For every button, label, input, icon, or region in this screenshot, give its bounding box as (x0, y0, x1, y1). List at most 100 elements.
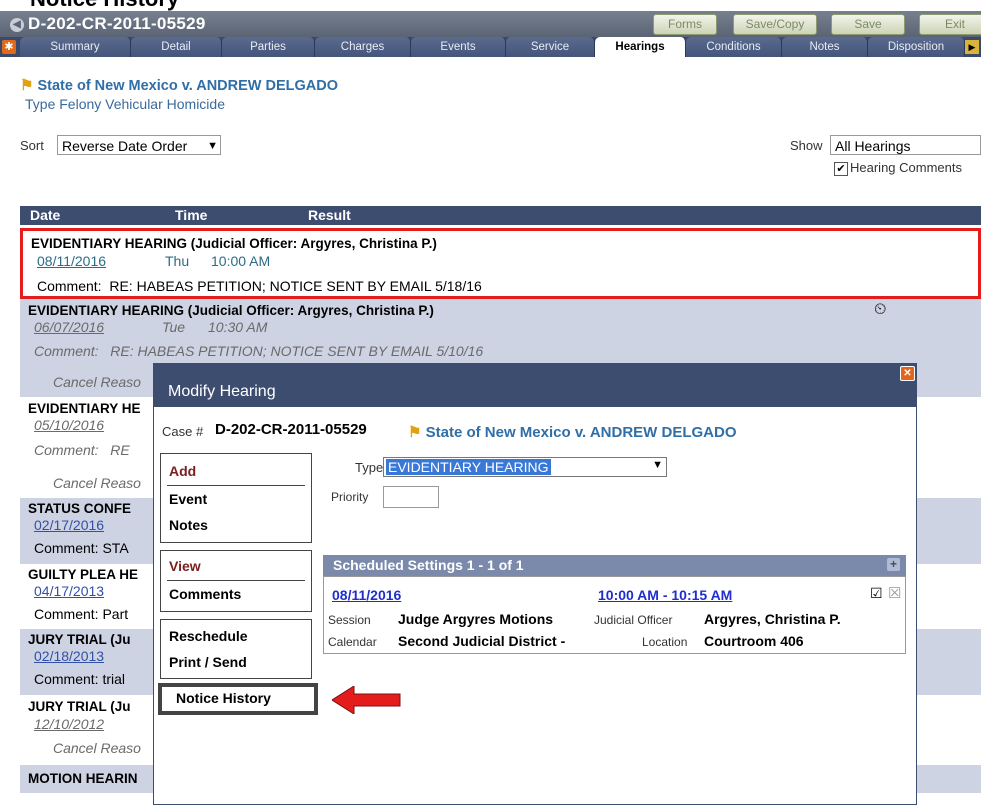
tab-notes[interactable]: Notes (782, 37, 868, 57)
hearing-comments-checkbox[interactable]: ✔ (834, 162, 848, 176)
divider (167, 580, 305, 581)
show-label: Show (790, 138, 823, 153)
hearing-date[interactable]: 06/07/2016 (34, 319, 104, 335)
tab-detail[interactable]: Detail (131, 37, 222, 57)
clock-icon[interactable]: ⏲ (874, 301, 886, 319)
action-group-schedule: Reschedule Print / Send (160, 619, 312, 679)
notice-check-icon[interactable]: ☑ (870, 585, 883, 602)
hearing-day: Tue (162, 319, 186, 335)
add-notes-button[interactable]: Notes (169, 517, 208, 533)
action-group-add: Add Event Notes (160, 453, 312, 543)
tab-events[interactable]: Events (411, 37, 506, 57)
hearing-name: JURY TRIAL (Ju (28, 632, 131, 647)
tab-scroll-right-icon[interactable]: ▶ (965, 40, 979, 54)
tab-disposition[interactable]: Disposition (868, 37, 965, 57)
priority-label: Priority (331, 490, 369, 504)
hearing-date[interactable]: 08/11/2016 (37, 253, 106, 269)
hearing-date[interactable]: 02/18/2013 (34, 648, 104, 664)
hearing-date[interactable]: 04/17/2013 (34, 583, 104, 599)
hearing-comment: Comment: Part (34, 606, 129, 622)
judicial-officer-value: Argyres, Christina P. (704, 611, 841, 627)
red-arrow-annotation (332, 686, 401, 714)
save-button[interactable]: Save (831, 14, 905, 35)
hearing-name: EVIDENTIARY HE (28, 401, 141, 416)
flag-icon: ⚑ (408, 424, 422, 441)
show-select[interactable]: All Hearings (830, 135, 981, 155)
delete-icon[interactable]: ☒ (888, 584, 901, 602)
comment-label: Comment: (34, 343, 99, 359)
hearing-date[interactable]: 12/10/2012 (34, 716, 104, 732)
sort-select[interactable]: Reverse Date Order ▼ (57, 135, 221, 155)
settings-header-text: Scheduled Settings 1 - 1 of 1 (333, 557, 524, 573)
case-number: D-202-CR-2011-05529 (28, 14, 206, 33)
col-result[interactable]: Result (308, 207, 351, 223)
notice-history-button[interactable]: Notice History (176, 690, 271, 706)
sort-value: Reverse Date Order (62, 138, 188, 154)
hearing-name: EVIDENTIARY HEARING (Judicial Officer: A… (31, 236, 437, 251)
comments-button[interactable]: Comments (169, 586, 241, 602)
col-date[interactable]: Date (30, 207, 60, 223)
type-select-value: EVIDENTIARY HEARING (386, 459, 551, 475)
scheduled-setting-row[interactable]: 08/11/2016 10:00 AM - 10:15 AM ☑ ☒ Sessi… (323, 576, 906, 654)
case-number-label: Case # (162, 424, 204, 439)
hearing-name: EVIDENTIARY HEARING (Judicial Officer: A… (28, 303, 434, 318)
session-value: Judge Argyres Motions (398, 611, 554, 627)
dropdown-arrow-icon: ▼ (652, 459, 663, 471)
hearing-name: STATUS CONFE (28, 501, 131, 516)
hearing-day: Thu (165, 253, 190, 269)
tab-charges[interactable]: Charges (315, 37, 411, 57)
hearing-date[interactable]: 02/17/2016 (34, 517, 104, 533)
save-copy-button[interactable]: Save/Copy (733, 14, 817, 35)
tab-conditions[interactable]: Conditions (686, 37, 782, 57)
col-time[interactable]: Time (175, 207, 207, 223)
add-event-button[interactable]: Event (169, 491, 207, 507)
back-circle-icon[interactable]: ◀ (10, 18, 24, 32)
cancel-reason: Cancel Reaso (53, 475, 141, 491)
star-icon[interactable]: ✱ (2, 40, 16, 54)
type-select[interactable]: EVIDENTIARY HEARING ▼ (383, 457, 667, 477)
hearing-name: GUILTY PLEA HE (28, 567, 139, 582)
calendar-label: Calendar (328, 635, 377, 649)
hearing-time: 10:30 AM (208, 319, 268, 335)
hearing-comment: Comment: RE: HABEAS PETITION; NOTICE SEN… (37, 278, 482, 294)
add-setting-icon[interactable]: + (887, 558, 900, 571)
scheduled-settings-header: Scheduled Settings 1 - 1 of 1 + (323, 555, 906, 576)
notice-history-highlight: Notice History (158, 683, 318, 715)
hearing-comment: Comment: trial (34, 671, 126, 687)
close-icon[interactable]: ✕ (900, 366, 915, 381)
hearing-comment: Comment: RE (34, 442, 130, 458)
comment-text: RE (110, 442, 130, 458)
tab-parties[interactable]: Parties (222, 37, 315, 57)
type-label: Type (355, 460, 384, 475)
reschedule-button[interactable]: Reschedule (169, 628, 248, 644)
divider (167, 485, 305, 486)
hearing-date[interactable]: 05/10/2016 (34, 417, 104, 433)
hearing-name: JURY TRIAL (Ju (28, 699, 131, 714)
exit-button[interactable]: Exit (919, 14, 981, 35)
cancel-reason: Cancel Reaso (53, 374, 141, 390)
priority-input[interactable] (383, 486, 439, 508)
list-header: Date Time Result (20, 206, 981, 225)
setting-time-link[interactable]: 10:00 AM - 10:15 AM (598, 587, 732, 603)
case-type: Type Felony Vehicular Homicide (25, 96, 225, 112)
dropdown-arrow-icon: ▼ (207, 140, 218, 152)
dialog-case-number: D-202-CR-2011-05529 (215, 421, 367, 438)
cancel-reason: Cancel Reaso (53, 740, 141, 756)
hearing-time: 10:00 AM (211, 253, 271, 269)
setting-date-link[interactable]: 08/11/2016 (332, 587, 401, 603)
case-caption: ⚑ State of New Mexico v. ANDREW DELGADO (20, 76, 338, 94)
tab-summary[interactable]: Summary (20, 37, 131, 57)
calendar-value: Second Judicial District - (398, 633, 566, 649)
hearing-comment: Comment: RE: HABEAS PETITION; NOTICE SEN… (34, 343, 483, 359)
print-send-button[interactable]: Print / Send (169, 654, 247, 670)
tab-service[interactable]: Service (506, 37, 595, 57)
case-caption-text: State of New Mexico v. ANDREW DELGADO (37, 78, 338, 94)
session-label: Session (328, 613, 371, 627)
view-button[interactable]: View (169, 558, 201, 574)
tab-hearings[interactable]: Hearings (595, 37, 686, 57)
hearing-row[interactable]: EVIDENTIARY HEARING (Judicial Officer: A… (20, 228, 981, 299)
forms-button[interactable]: Forms (653, 14, 717, 35)
show-value: All Hearings (835, 138, 911, 154)
hearing-comments-label[interactable]: Hearing Comments (850, 160, 962, 175)
add-button[interactable]: Add (169, 463, 196, 479)
